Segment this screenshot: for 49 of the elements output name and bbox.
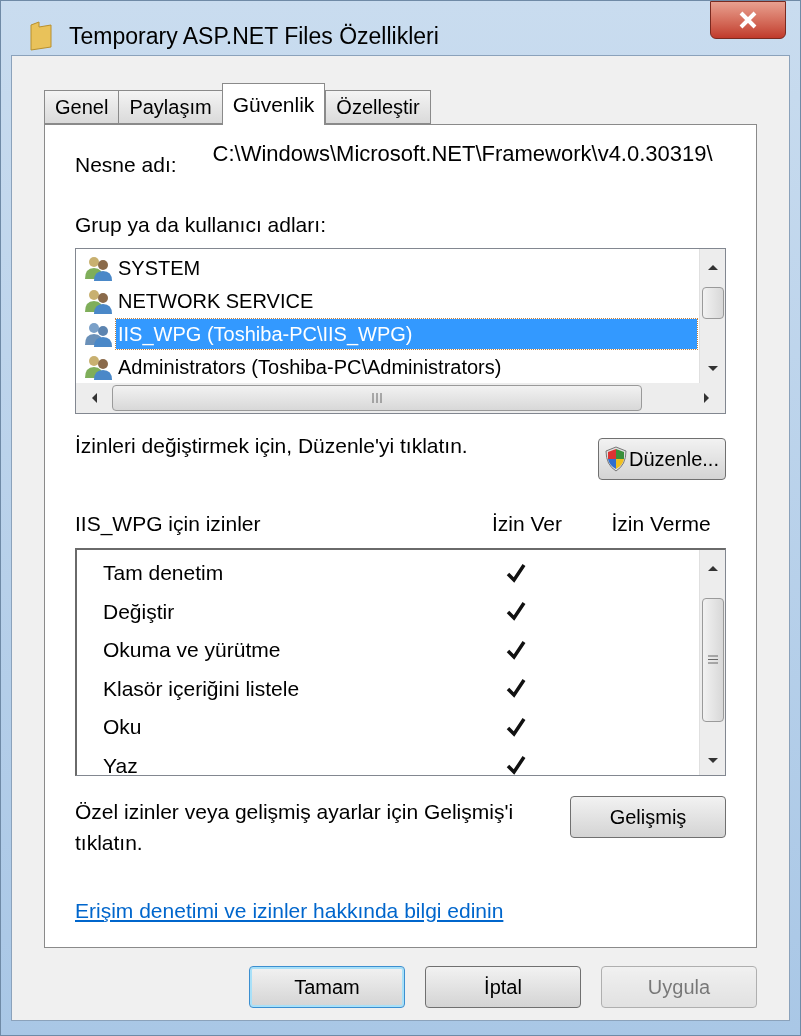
- users-icon: [84, 353, 114, 380]
- object-name-value: C:\Windows\Microsoft.NET\Framework\v4.0.30319\: [212, 140, 713, 168]
- groups-label: Grup ya da kullanıcı adları:: [75, 211, 327, 238]
- right-arrow-icon[interactable]: [703, 392, 711, 404]
- close-button[interactable]: [710, 1, 786, 39]
- permission-name: Klasör içeriğini listele: [103, 675, 301, 702]
- dialog-button[interactable]: Tamam: [249, 966, 405, 1008]
- dialog-button[interactable]: İptal: [425, 966, 581, 1008]
- scroll-thumb[interactable]: [702, 287, 724, 319]
- allow-column-header: İzin Ver: [490, 511, 563, 537]
- vertical-scrollbar[interactable]: [699, 249, 725, 383]
- help-link[interactable]: Erişim denetimi ve izinler hakkında bilgi edinin: [75, 894, 504, 926]
- edit-button[interactable]: Düzenle...: [597, 438, 726, 480]
- scroll-thumb[interactable]: [702, 597, 724, 722]
- grip-icon: [708, 655, 718, 664]
- advanced-hint: Özel izinler veya gelişmiş ayarlar için Gelişmiş'i tıklatın.: [75, 798, 515, 856]
- object-name-label: Nesne adı:: [75, 152, 177, 178]
- tab[interactable]: Genel: [44, 90, 120, 124]
- horizontal-scrollbar[interactable]: [76, 383, 725, 413]
- shield-icon: [604, 446, 627, 472]
- permission-name: Oku: [103, 714, 143, 740]
- users-icon: [84, 254, 114, 281]
- tab[interactable]: Güvenlik: [221, 83, 326, 125]
- users-icon: [84, 320, 114, 347]
- tab[interactable]: Paylaşım: [118, 90, 223, 124]
- up-arrow-icon[interactable]: [706, 563, 719, 572]
- permission-name: Okuma ve yürütme: [103, 637, 282, 663]
- user-list-item[interactable]: SYSTEM: [116, 252, 203, 283]
- down-arrow-icon[interactable]: [706, 756, 719, 765]
- permission-name: Değiştir: [103, 598, 176, 625]
- deny-column-header: İzin Verme: [610, 511, 712, 537]
- down-arrow-icon[interactable]: [706, 365, 719, 373]
- folder-icon: [29, 21, 53, 51]
- tab[interactable]: Özelleştir: [325, 90, 431, 124]
- permission-name: Yaz: [103, 752, 139, 775]
- grip-icon: [372, 393, 382, 403]
- edit-hint: İzinleri değiştirmek için, Düzenle'yi tıklatın.: [75, 433, 468, 459]
- left-arrow-icon[interactable]: [90, 392, 98, 404]
- up-arrow-icon[interactable]: [706, 263, 719, 271]
- advanced-button[interactable]: Gelişmiş: [570, 795, 726, 838]
- user-list-item[interactable]: Administrators (Toshiba-PC\Administrators): [116, 351, 504, 382]
- scroll-thumb[interactable]: [112, 385, 642, 411]
- permissions-label: IIS_WPG için izinler: [75, 511, 262, 538]
- permission-name: Tam denetim: [103, 560, 225, 586]
- user-list-item[interactable]: NETWORK SERVICE: [116, 285, 316, 316]
- window-title: Temporary ASP.NET Files Özellikleri: [69, 21, 439, 51]
- users-icon: [84, 287, 114, 314]
- vertical-scrollbar[interactable]: [699, 549, 725, 775]
- close-icon: [738, 11, 758, 29]
